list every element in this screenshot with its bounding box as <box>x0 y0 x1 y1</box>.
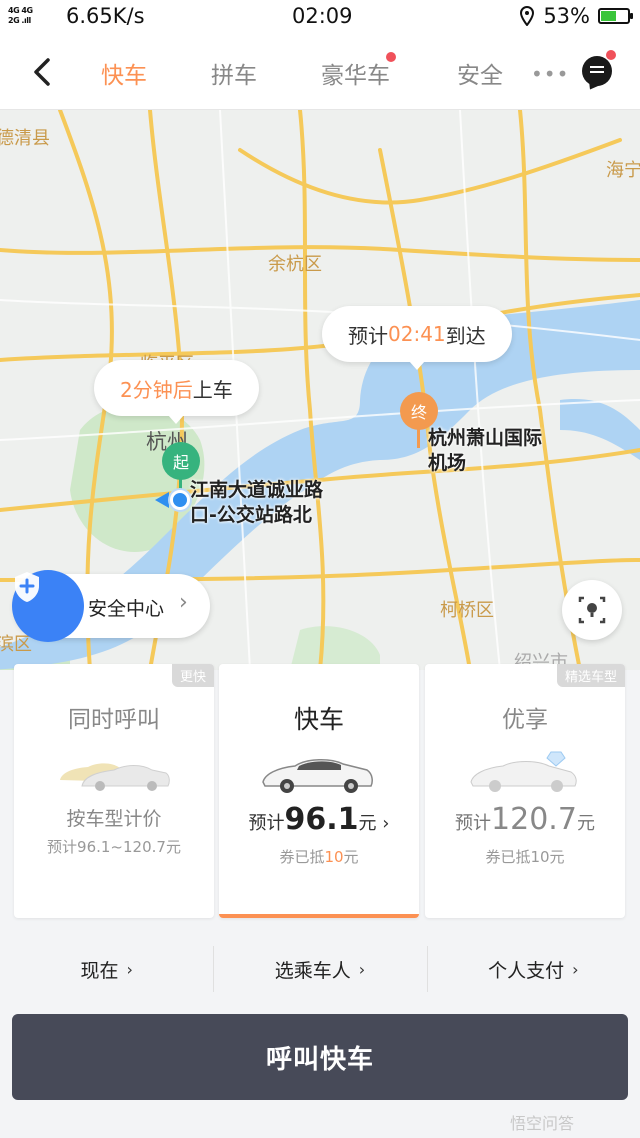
shield-icon <box>12 570 84 642</box>
map-label-haining: 海宁 <box>606 160 640 181</box>
pickup-time-bubble: 2分钟后 上车 <box>94 360 259 424</box>
card-title: 快车 <box>293 705 344 734</box>
payment-option[interactable]: 个人支付 › <box>426 940 640 998</box>
chevron-right-icon: › <box>126 959 133 979</box>
more-tabs-button[interactable]: ••• <box>531 62 569 86</box>
card-simultaneous-call[interactable]: 更快 同时呼叫 按车型计价 预计96.1~120.7元 <box>14 664 214 918</box>
location-icon <box>520 6 535 26</box>
clock: 02:09 <box>292 4 353 28</box>
selected-indicator <box>219 914 419 918</box>
back-arrow-icon[interactable] <box>28 54 60 90</box>
map-label-yuhang: 余杭区 <box>268 254 322 275</box>
start-place-name[interactable]: 江南大道诚业路 口-公交站路北 <box>190 478 323 528</box>
end-pin-stem <box>417 428 420 448</box>
network-speed: 6.65K/s <box>66 4 145 28</box>
safety-center-button[interactable]: 安全中心 › <box>12 570 210 642</box>
tab-express[interactable]: 快车 <box>101 56 147 90</box>
passenger-option[interactable]: 选乘车人 › <box>213 940 426 998</box>
card-express[interactable]: 快车 预计96.1元 › 券已抵10元 <box>219 664 419 918</box>
pricing-method: 按车型计价 <box>66 808 162 830</box>
call-express-button[interactable]: 呼叫快车 <box>12 1014 628 1100</box>
end-place-name[interactable]: 杭州萧山国际 机场 <box>428 426 542 476</box>
map-view[interactable]: 德清县 海宁 余杭区 临平区 杭州 柯桥区 绍兴市 滨区 2分钟后上车 预计02… <box>0 110 640 670</box>
arrival-time-bubble: 预计 02:41 到达 <box>322 306 512 370</box>
end-pin-icon[interactable]: 终 <box>400 392 438 430</box>
status-bar: 4G 4G 2G .ıll 6.65K/s 02:09 53% <box>0 0 640 34</box>
signal-indicator: 4G 4G 2G .ıll <box>8 6 33 25</box>
notification-dot <box>606 50 616 60</box>
coupon-info: 券已抵10元 <box>279 848 359 866</box>
car-type-selector: 更快 同时呼叫 按车型计价 预计96.1~120.7元 快车 预计96.1元 ›… <box>0 664 640 922</box>
recenter-location-button[interactable] <box>562 580 622 640</box>
pickup-suffix: 上车 <box>192 377 233 402</box>
locate-icon <box>578 596 606 624</box>
estimated-price: 预计96.1元 › <box>248 802 390 837</box>
top-nav: 快车 拼车 豪华车 安全 ••• <box>0 34 640 110</box>
safety-center-label: 安全中心 <box>88 598 165 620</box>
estimated-price: 预计120.7元 <box>455 802 595 837</box>
tab-safety[interactable]: 安全 <box>457 56 503 90</box>
watermark: 悟空问答 <box>510 1114 575 1133</box>
chevron-right-icon: › <box>358 959 366 979</box>
card-premium[interactable]: 精选车型 优享 预计120.7元 券已抵10元 <box>425 664 625 918</box>
current-location-dot <box>170 490 190 510</box>
chevron-right-icon: › <box>179 590 188 615</box>
arrival-suffix: 到达 <box>445 323 486 348</box>
map-label-keqiao: 柯桥区 <box>440 600 494 621</box>
featured-badge: 精选车型 <box>556 664 625 687</box>
tab-luxury[interactable]: 豪华车 <box>321 52 396 90</box>
trip-options: 现在 › 选乘车人 › 个人支付 › <box>0 940 640 998</box>
start-pin-icon[interactable]: 起 <box>162 442 200 480</box>
premium-car-icon <box>470 751 577 792</box>
message-icon[interactable] <box>582 50 616 86</box>
card-title: 同时呼叫 <box>68 707 160 733</box>
departure-time-option[interactable]: 现在 › <box>0 940 213 998</box>
heading-arrow-icon <box>155 492 169 508</box>
chevron-right-icon: › <box>572 959 579 979</box>
map-label-deqing: 德清县 <box>0 128 50 149</box>
notification-dot <box>386 52 396 62</box>
price-range: 预计96.1~120.7元 <box>47 838 181 856</box>
tab-carpool[interactable]: 拼车 <box>211 56 257 90</box>
multi-car-icon <box>60 763 170 791</box>
card-title: 优享 <box>502 707 548 733</box>
battery-percent: 53% <box>543 4 590 28</box>
express-car-icon <box>262 759 373 793</box>
arrival-prefix: 预计 <box>348 323 388 348</box>
battery-icon <box>598 8 633 24</box>
faster-badge: 更快 <box>171 664 214 687</box>
coupon-info: 券已抵10元 <box>485 848 565 866</box>
pickup-eta: 2分钟后 <box>120 377 193 402</box>
arrival-time: 02:41 <box>388 322 446 346</box>
